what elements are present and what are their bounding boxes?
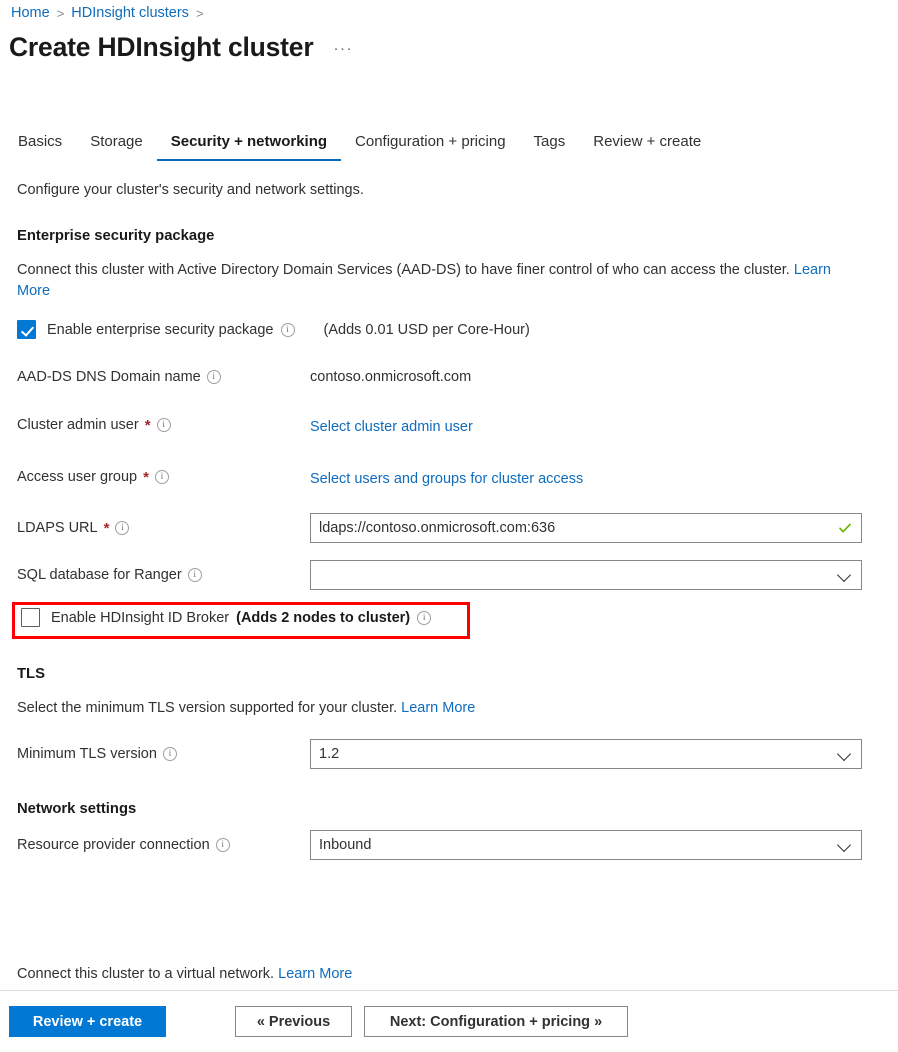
minimum-tls-version-select[interactable]: 1.2 [310, 739, 862, 769]
info-icon[interactable] [154, 470, 169, 484]
aad-ds-dns-domain-name-value: contoso.onmicrosoft.com [310, 369, 472, 385]
aad-ds-dns-domain-name-row: AAD-DS DNS Domain name [17, 369, 221, 385]
breadcrumb-separator-icon: > [56, 5, 65, 21]
title-row: Create HDInsight cluster ··· [9, 32, 353, 63]
next-configuration-pricing-button[interactable]: Next: Configuration + pricing » [364, 1006, 628, 1037]
tab-security-networking[interactable]: Security + networking [156, 133, 342, 161]
create-hdinsight-cluster-page: Home > HDInsight clusters > Create HDIns… [0, 0, 898, 1052]
aad-ds-dns-domain-name-label: AAD-DS DNS Domain name [17, 369, 221, 385]
enable-hdinsight-id-broker-row: Enable HDInsight ID Broker (Adds 2 nodes… [21, 608, 432, 627]
section-description-tls: Select the minimum TLS version supported… [17, 698, 475, 719]
page-title: Create HDInsight cluster [9, 32, 314, 62]
required-indicator: * [144, 416, 151, 434]
breadcrumb-separator-icon: > [195, 5, 204, 21]
enable-enterprise-security-package-label: Enable enterprise security package [47, 322, 295, 338]
section-description-enterprise-security-package: Connect this cluster with Active Directo… [17, 260, 862, 302]
tab-storage[interactable]: Storage [76, 133, 157, 161]
virtual-network-note: Connect this cluster to a virtual networ… [17, 966, 352, 982]
breadcrumb-item-home[interactable]: Home [11, 5, 50, 21]
wizard-tabs: Basics Storage Security + networking Con… [13, 133, 715, 161]
sql-database-for-ranger-row: SQL database for Ranger [17, 567, 202, 583]
tab-review-create[interactable]: Review + create [579, 133, 715, 161]
chevron-down-icon [837, 746, 853, 762]
tls-description-text: Select the minimum TLS version supported… [17, 700, 398, 716]
resource-provider-connection-value: Inbound [319, 837, 372, 853]
select-access-user-group-link[interactable]: Select users and groups for cluster acce… [310, 471, 583, 487]
enable-enterprise-security-package-row: Enable enterprise security package (Adds… [17, 320, 530, 339]
ldaps-url-row: LDAPS URL * [17, 519, 130, 537]
review-create-button[interactable]: Review + create [9, 1006, 166, 1037]
breadcrumb: Home > HDInsight clusters > [11, 5, 204, 21]
ldaps-url-input-value: ldaps://contoso.onmicrosoft.com:636 [319, 520, 556, 536]
access-user-group-label: Access user group * [17, 469, 169, 485]
more-actions-icon[interactable]: ··· [333, 40, 353, 57]
tab-configuration-pricing[interactable]: Configuration + pricing [341, 133, 520, 161]
resource-provider-connection-label: Resource provider connection [17, 837, 230, 853]
required-indicator: * [103, 519, 110, 537]
resource-provider-connection-select[interactable]: Inbound [310, 830, 862, 860]
valid-checkmark-icon [837, 520, 853, 536]
tab-basics[interactable]: Basics [13, 133, 76, 161]
esp-description-text: Connect this cluster with Active Directo… [17, 262, 790, 278]
info-icon[interactable] [187, 568, 202, 582]
section-heading-network-settings: Network settings [17, 801, 137, 817]
info-icon[interactable] [215, 838, 230, 852]
chevron-down-icon [837, 567, 853, 583]
virtual-network-learn-more-link[interactable]: Learn More [278, 966, 352, 982]
previous-button[interactable]: « Previous [235, 1006, 352, 1037]
footer-divider [0, 990, 898, 991]
ldaps-url-label: LDAPS URL * [17, 519, 130, 537]
section-heading-tls: TLS [17, 666, 45, 682]
info-icon[interactable] [156, 418, 171, 432]
access-user-group-row: Access user group * [17, 469, 169, 485]
sql-database-for-ranger-label: SQL database for Ranger [17, 567, 202, 583]
section-heading-enterprise-security-package: Enterprise security package [17, 228, 215, 244]
enable-hdinsight-id-broker-label: Enable HDInsight ID Broker (Adds 2 nodes… [51, 610, 432, 626]
enable-enterprise-security-package-checkbox[interactable] [17, 320, 36, 339]
breadcrumb-item-hdinsight-clusters[interactable]: HDInsight clusters [71, 5, 189, 21]
esp-cost-note: (Adds 0.01 USD per Core-Hour) [323, 321, 530, 338]
minimum-tls-version-value: 1.2 [319, 746, 340, 762]
enable-hdinsight-id-broker-checkbox[interactable] [21, 608, 40, 627]
cluster-admin-user-row: Cluster admin user * [17, 417, 171, 433]
tab-tags[interactable]: Tags [520, 133, 580, 161]
cluster-admin-user-label: Cluster admin user * [17, 417, 171, 433]
resource-provider-connection-row: Resource provider connection [17, 837, 230, 853]
tls-learn-more-link[interactable]: Learn More [401, 700, 475, 716]
page-subtitle: Configure your cluster's security and ne… [17, 182, 364, 198]
info-icon[interactable] [206, 370, 221, 384]
info-icon[interactable] [417, 610, 432, 625]
info-icon[interactable] [162, 747, 177, 761]
ldaps-url-input[interactable]: ldaps://contoso.onmicrosoft.com:636 [310, 513, 862, 543]
minimum-tls-version-label: Minimum TLS version [17, 746, 177, 762]
chevron-down-icon [837, 837, 853, 853]
info-icon[interactable] [280, 322, 295, 337]
info-icon[interactable] [115, 521, 130, 535]
sql-database-for-ranger-select[interactable] [310, 560, 862, 590]
minimum-tls-version-row: Minimum TLS version [17, 746, 177, 762]
virtual-network-note-text: Connect this cluster to a virtual networ… [17, 966, 275, 982]
select-cluster-admin-user-link[interactable]: Select cluster admin user [310, 419, 473, 435]
required-indicator: * [143, 468, 149, 486]
